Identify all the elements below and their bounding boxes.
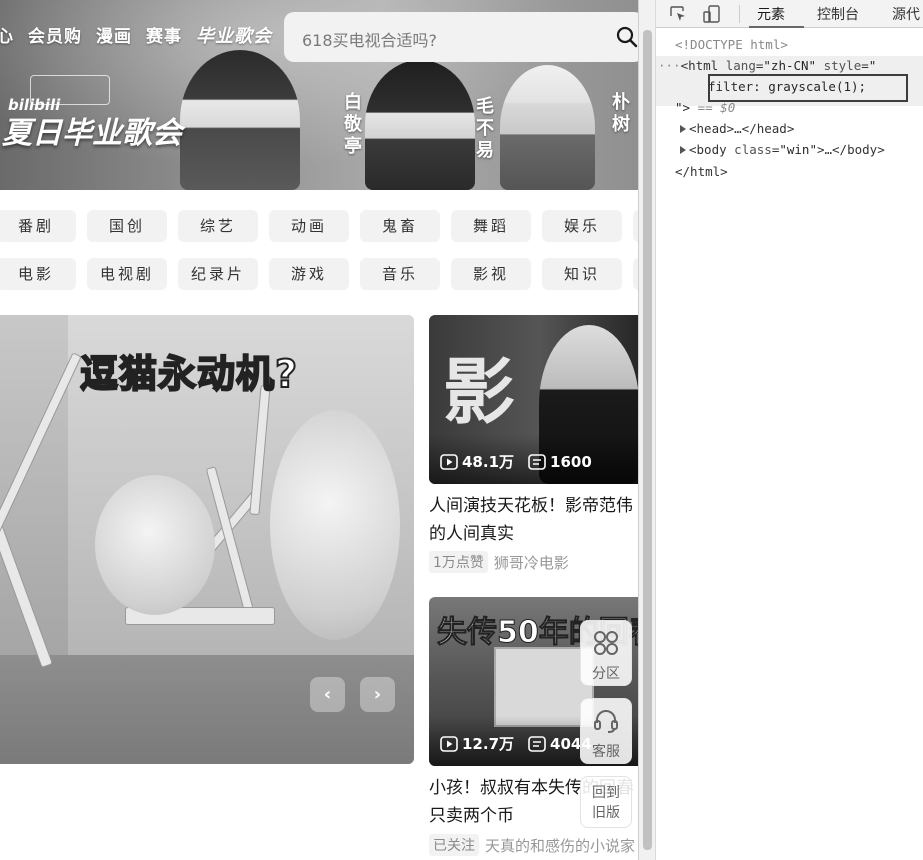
danmaku-count: 1600 — [550, 452, 592, 471]
category-entertainment[interactable]: 娱乐 — [542, 210, 622, 242]
header-banner[interactable]: bilibili 夏日毕业歌会 白敬亭 毛不易 朴树 心 会员购 漫画 赛事 毕… — [0, 0, 638, 190]
category-film-tv[interactable]: 影视 — [451, 258, 531, 290]
video-title-line-2[interactable]: 的人间真实 — [429, 520, 638, 548]
video-meta: 1万点赞 狮哥冷电影 — [429, 551, 569, 573]
float-old-version-button[interactable]: 回到旧版 — [580, 776, 632, 828]
nav-item-vip-shop[interactable]: 会员购 — [28, 22, 82, 48]
nav-item[interactable]: 心 — [0, 22, 14, 48]
float-old-version-label: 回到旧版 — [592, 785, 620, 821]
play-count: 12.7万 — [462, 735, 515, 753]
category-movie[interactable]: 电影 — [0, 258, 76, 290]
play-count: 48.1万 — [462, 453, 515, 471]
author-name[interactable]: 天真的和感伤的小说家 — [485, 835, 635, 856]
carousel[interactable]: 逗猫永动机? — [0, 315, 414, 764]
bilibili-page: bilibili 夏日毕业歌会 白敬亭 毛不易 朴树 心 会员购 漫画 赛事 毕… — [0, 0, 638, 860]
nav-item-manga[interactable]: 漫画 — [96, 22, 132, 48]
category-anime[interactable]: 番剧 — [0, 210, 76, 242]
person-3 — [500, 65, 595, 190]
thumbnail-caption: 影 — [443, 350, 516, 434]
style-value-line[interactable]: filter: grayscale(1); — [708, 79, 866, 94]
carousel-prev-button[interactable]: ‹ — [310, 677, 345, 712]
kitten-right — [270, 410, 400, 640]
category-music[interactable]: 音乐 — [360, 258, 440, 290]
kitten-left — [95, 475, 215, 615]
video-stats: 12.7万 4044 — [440, 733, 592, 754]
page-scrollbar[interactable] — [639, 0, 656, 860]
html-open-line[interactable]: ···<html lang="zh-CN" style=" — [658, 58, 876, 73]
play-count-icon — [440, 453, 458, 470]
category-dance[interactable]: 舞蹈 — [451, 210, 531, 242]
video-meta: 已关注 天真的和感伤的小说家 — [429, 834, 635, 856]
body-node[interactable]: <body class="win">…</body> — [680, 142, 885, 157]
video-title-line-1[interactable]: 人间演技天花板！影帝范伟 — [429, 492, 638, 520]
danmaku-icon — [528, 735, 546, 752]
html-close-line[interactable]: </html> — [675, 164, 728, 179]
thumbnail-book — [494, 647, 594, 727]
category-guochuang[interactable]: 国创 — [87, 210, 167, 242]
expand-triangle-icon[interactable] — [680, 146, 686, 154]
tab-sources[interactable]: 源代 — [892, 4, 920, 24]
carousel-next-button[interactable]: › — [360, 677, 395, 712]
carousel-title: 逗猫永动机? — [79, 351, 299, 397]
category-documentary[interactable]: 纪录片 — [178, 258, 258, 290]
video-thumbnail[interactable]: 影 48.1万 1600 — [429, 315, 638, 484]
doctype-line[interactable]: <!DOCTYPE html> — [675, 37, 788, 52]
category-game[interactable]: 游戏 — [269, 258, 349, 290]
video-stats: 48.1万 1600 — [440, 451, 592, 472]
devtools-toolbar: 元素 控制台 源代 — [656, 0, 923, 28]
tab-console[interactable]: 控制台 — [817, 4, 859, 24]
nav-item-match[interactable]: 赛事 — [146, 22, 182, 48]
video-title[interactable]: 人间演技天花板！影帝范伟 的人间真实 — [429, 492, 638, 548]
nav-item-graduation-concert[interactable]: 毕业歌会 — [196, 22, 272, 48]
banner-title: 夏日毕业歌会 — [2, 116, 182, 151]
inspect-element-icon[interactable] — [669, 5, 687, 23]
category-row-2: 电影 电视剧 纪录片 游戏 音乐 影视 知识 — [0, 258, 638, 290]
search-icon[interactable] — [616, 26, 638, 48]
followed-badge: 已关注 — [429, 834, 479, 856]
banner-name-1: 白敬亭 — [341, 92, 362, 158]
category-tv-drama[interactable]: 电视剧 — [87, 258, 167, 290]
search-box[interactable]: 618买电视合适吗? — [284, 12, 638, 62]
play-count-icon — [440, 735, 458, 752]
device-toggle-icon[interactable] — [702, 4, 722, 24]
danmaku-icon — [528, 453, 546, 470]
headset-icon — [594, 710, 618, 733]
expand-triangle-icon[interactable] — [680, 125, 686, 133]
person-1 — [180, 50, 300, 190]
search-input[interactable]: 618买电视合适吗? — [302, 27, 437, 51]
person-2 — [365, 60, 475, 190]
banner-name-3: 朴树 — [609, 92, 630, 136]
author-name[interactable]: 狮哥冷电影 — [494, 552, 569, 573]
float-service-label: 客服 — [592, 744, 620, 760]
float-zone-button[interactable]: 分区 — [580, 620, 632, 686]
category-variety[interactable]: 综艺 — [178, 210, 258, 242]
elements-tree: <!DOCTYPE html> ···<html lang="zh-CN" st… — [656, 28, 923, 860]
tab-elements[interactable]: 元素 — [757, 4, 785, 24]
devtools-panel: 元素 控制台 源代 <!DOCTYPE html> ···<html lang=… — [638, 0, 923, 860]
float-service-button[interactable]: 客服 — [580, 698, 632, 764]
category-row-1: 番剧 国创 综艺 动画 鬼畜 舞蹈 娱乐 — [0, 210, 638, 242]
category-kichiku[interactable]: 鬼畜 — [360, 210, 440, 242]
category-animation[interactable]: 动画 — [269, 210, 349, 242]
category-knowledge[interactable]: 知识 — [542, 258, 622, 290]
banner-name-2: 毛不易 — [473, 96, 494, 162]
top-nav: 心 会员购 漫画 赛事 毕业歌会 — [0, 22, 272, 48]
html-close-quote-line[interactable]: "> == $0 — [675, 100, 735, 115]
head-node[interactable]: <head>…</head> — [680, 121, 794, 136]
grid-icon — [594, 631, 618, 655]
like-badge: 1万点赞 — [429, 551, 488, 573]
float-zone-label: 分区 — [592, 666, 620, 682]
scrollbar-thumb[interactable] — [643, 30, 652, 850]
